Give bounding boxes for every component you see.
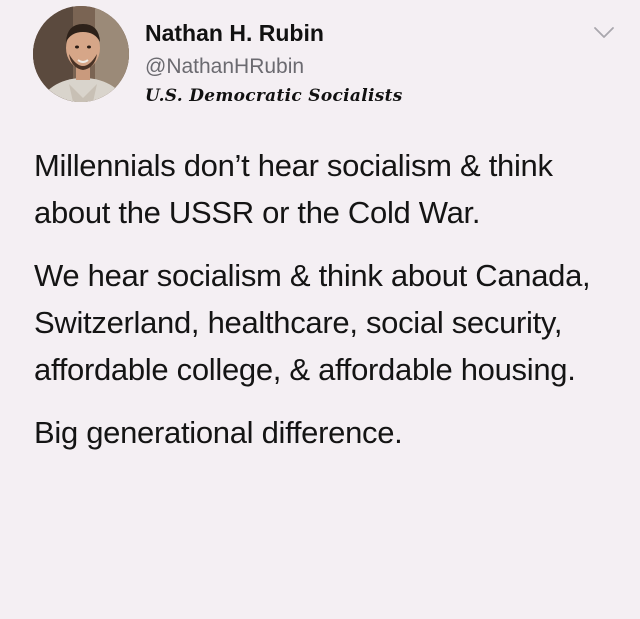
avatar-photo [33, 6, 129, 102]
author-handle[interactable]: @NathanHRubin [145, 55, 304, 79]
tweet-paragraph: We hear socialism & think about Canada, … [34, 258, 591, 387]
tweet-paragraph: Big generational difference. [34, 415, 403, 450]
tweet-paragraph: Millennials don’t hear socialism & think… [34, 148, 553, 230]
tweet-card: Nathan H. Rubin @NathanHRubin U.S. Democ… [0, 0, 640, 619]
avatar[interactable] [33, 6, 129, 102]
author-bio-tag: U.S. Democratic Socialists [145, 86, 403, 106]
author-display-name[interactable]: Nathan H. Rubin [145, 20, 324, 47]
tweet-text: Millennials don’t hear socialism & think… [34, 142, 624, 472]
chevron-down-icon[interactable] [593, 26, 615, 40]
